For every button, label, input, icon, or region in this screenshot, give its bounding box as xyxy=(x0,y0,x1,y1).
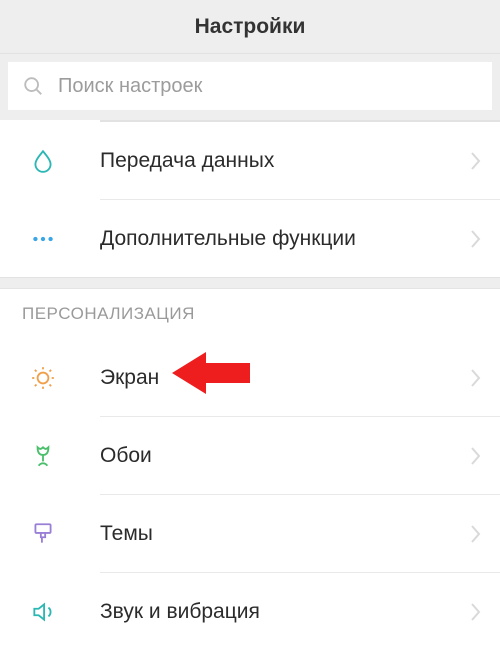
row-wallpaper[interactable]: Обои xyxy=(0,417,500,494)
row-label: Темы xyxy=(100,522,470,546)
row-more[interactable]: Дополнительные функции xyxy=(0,200,500,277)
speaker-icon xyxy=(0,599,100,625)
search-input[interactable] xyxy=(58,75,478,98)
dots-icon xyxy=(0,226,100,252)
chevron-right-icon xyxy=(470,229,482,249)
chevron-right-icon xyxy=(470,368,482,388)
chevron-right-icon xyxy=(470,602,482,622)
search-wrap xyxy=(0,54,500,120)
tulip-icon xyxy=(0,443,100,469)
section-gap xyxy=(0,277,500,289)
row-label: Дополнительные функции xyxy=(100,227,470,251)
page-title: Настройки xyxy=(0,0,500,54)
row-label: Передача данных xyxy=(100,149,470,173)
chevron-right-icon xyxy=(470,524,482,544)
drop-icon xyxy=(0,148,100,174)
row-label: Звук и вибрация xyxy=(100,600,470,624)
row-data-transfer[interactable]: Передача данных xyxy=(0,122,500,199)
search-icon xyxy=(22,75,44,97)
search-field[interactable] xyxy=(8,62,492,110)
row-label: Обои xyxy=(100,444,470,468)
section-header-personalization: ПЕРСОНАЛИЗАЦИЯ xyxy=(0,289,500,339)
row-label: Экран xyxy=(100,366,470,390)
row-themes[interactable]: Темы xyxy=(0,495,500,572)
chevron-right-icon xyxy=(470,151,482,171)
brush-icon xyxy=(0,521,100,547)
sun-icon xyxy=(0,365,100,391)
row-sound[interactable]: Звук и вибрация xyxy=(0,573,500,650)
chevron-right-icon xyxy=(470,446,482,466)
row-display[interactable]: Экран xyxy=(0,339,500,416)
